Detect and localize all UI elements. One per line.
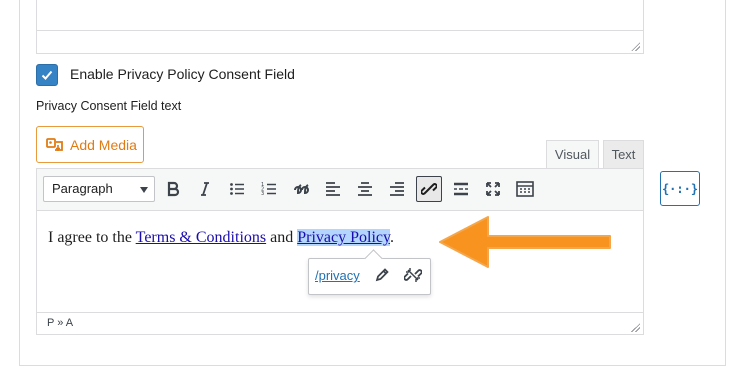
fullscreen-button[interactable] <box>480 176 506 202</box>
bulleted-list-button[interactable] <box>224 176 250 202</box>
remove-link-button[interactable] <box>400 262 426 288</box>
align-right-icon <box>390 182 404 196</box>
text-before: I agree to the <box>48 229 136 246</box>
previous-editor-statusbar <box>37 30 643 31</box>
element-path: P » A <box>47 317 74 329</box>
text-middle: and <box>266 229 298 246</box>
chevron-down-icon <box>140 187 148 193</box>
fullscreen-icon <box>486 182 500 196</box>
previous-editor-area <box>36 0 644 54</box>
add-media-label: Add Media <box>70 136 137 153</box>
checkmark-icon <box>41 70 53 80</box>
italic-button[interactable] <box>192 176 218 202</box>
shortcode-button[interactable]: {·:·} <box>660 171 700 206</box>
link-url[interactable]: /privacy <box>315 268 360 283</box>
media-icon <box>46 137 63 151</box>
link-icon <box>421 183 437 195</box>
blockquote-icon <box>294 184 309 195</box>
toolbar-toggle-button[interactable] <box>512 176 538 202</box>
consent-text[interactable]: I agree to the Terms & Conditions and Pr… <box>48 229 394 247</box>
resize-handle-icon[interactable] <box>631 323 640 332</box>
align-left-icon <box>326 182 340 196</box>
numbered-list-button[interactable]: 1 2 3 <box>256 176 282 202</box>
privacy-consent-checkbox[interactable] <box>36 64 58 86</box>
text-after: . <box>389 229 394 246</box>
tab-visual[interactable]: Visual <box>546 140 599 169</box>
consent-field-text-label: Privacy Consent Field text <box>36 99 182 113</box>
terms-link[interactable]: Terms & Conditions <box>136 229 266 246</box>
orange-arrow-annotation <box>439 216 611 268</box>
bold-icon <box>167 181 180 197</box>
numbered-list-icon: 1 2 3 <box>261 182 276 197</box>
read-more-icon <box>454 182 468 196</box>
blockquote-button[interactable] <box>288 176 314 202</box>
unlink-icon <box>404 268 422 282</box>
italic-icon <box>201 182 209 196</box>
svg-text:3: 3 <box>261 191 264 197</box>
tab-text[interactable]: Text <box>603 140 644 169</box>
link-button[interactable] <box>416 176 442 202</box>
privacy-policy-link[interactable]: Privacy Policy <box>297 229 390 246</box>
privacy-consent-checkbox-label[interactable]: Enable Privacy Policy Consent Field <box>70 66 295 82</box>
resize-handle-icon[interactable] <box>631 42 640 51</box>
align-left-button[interactable] <box>320 176 346 202</box>
format-select-value: Paragraph <box>52 181 113 196</box>
format-select[interactable]: Paragraph <box>43 176 155 202</box>
add-media-button[interactable]: Add Media <box>36 126 144 163</box>
edit-link-button[interactable] <box>369 262 395 288</box>
toolbar-toggle-icon <box>516 181 534 197</box>
align-center-button[interactable] <box>352 176 378 202</box>
align-right-button[interactable] <box>384 176 410 202</box>
bulleted-list-icon <box>230 183 244 195</box>
read-more-button[interactable] <box>448 176 474 202</box>
editor-statusbar <box>36 312 644 335</box>
align-center-icon <box>358 182 372 196</box>
pencil-icon <box>375 268 389 282</box>
bold-button[interactable] <box>160 176 186 202</box>
